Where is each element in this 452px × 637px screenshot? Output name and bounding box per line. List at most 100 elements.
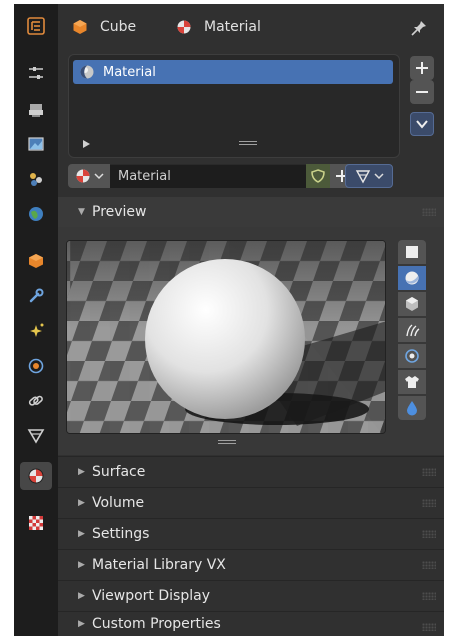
tab-tool[interactable] xyxy=(20,59,52,87)
breadcrumb-material: Material xyxy=(176,16,261,38)
particles-icon xyxy=(30,323,44,337)
tab-editor-type[interactable] xyxy=(20,12,52,40)
expanded-arrow-icon: ▼ xyxy=(78,207,85,217)
texture-icon xyxy=(29,516,43,530)
breadcrumb-material-label: Material xyxy=(204,19,261,35)
panel-settings-header[interactable]: ▶ Settings xyxy=(58,519,444,549)
material-name-value: Material xyxy=(118,169,171,184)
panel-title: Volume xyxy=(92,495,145,511)
list-resize-handle[interactable] xyxy=(239,141,257,145)
preview-fluid-button[interactable] xyxy=(398,396,426,420)
collapsed-arrow-icon: ▶ xyxy=(78,529,85,539)
preview-shape-selector xyxy=(398,240,426,422)
flat-plane-icon xyxy=(406,246,418,258)
tab-object[interactable] xyxy=(20,247,52,275)
panel-title: Settings xyxy=(92,526,150,542)
preview-render xyxy=(67,241,385,433)
tab-modifiers[interactable] xyxy=(20,282,52,310)
slot-specials-button[interactable] xyxy=(410,112,434,136)
panel-preview-header[interactable]: ▼ Preview xyxy=(58,197,444,227)
remove-slot-button[interactable] xyxy=(410,80,434,104)
tab-texture[interactable] xyxy=(20,509,52,537)
drag-grip-icon[interactable] xyxy=(422,530,436,538)
drag-grip-icon[interactable] xyxy=(422,561,436,569)
preview-hair-button[interactable] xyxy=(398,318,426,342)
panel-surface-header[interactable]: ▶ Surface xyxy=(58,457,444,487)
tab-view-layer[interactable] xyxy=(20,165,52,193)
tab-material[interactable] xyxy=(20,462,52,490)
preview-cloth-button[interactable] xyxy=(398,370,426,394)
preview-cube-button[interactable] xyxy=(398,292,426,316)
object-icon xyxy=(73,20,87,34)
preview-shaderball-button[interactable] xyxy=(398,344,426,368)
tab-particles[interactable] xyxy=(20,317,52,345)
render-icon xyxy=(29,104,43,117)
tool-icon xyxy=(29,67,43,79)
drag-grip-icon[interactable] xyxy=(422,592,436,600)
tab-object-data[interactable] xyxy=(20,422,52,450)
panel-title: Preview xyxy=(92,204,147,220)
plus-icon xyxy=(416,62,428,74)
panel-volume-header[interactable]: ▶ Volume xyxy=(58,488,444,518)
material-icon xyxy=(28,468,44,484)
collapsed-arrow-icon: ▶ xyxy=(78,467,85,477)
chevron-down-icon xyxy=(373,173,384,180)
link-type-dropdown[interactable] xyxy=(345,164,393,188)
physics-icon xyxy=(28,358,44,374)
material-preview-image xyxy=(66,240,386,434)
material-slot-list[interactable]: Material xyxy=(68,54,400,158)
add-slot-button[interactable] xyxy=(410,56,434,80)
panel-title: Surface xyxy=(92,464,146,480)
preview-sphere-button[interactable] xyxy=(398,266,426,290)
preview-resize-handle[interactable] xyxy=(218,440,236,444)
tab-world[interactable] xyxy=(20,200,52,228)
breadcrumb-object-label: Cube xyxy=(100,19,137,35)
panel-custom-properties-header[interactable]: ▶ Custom Properties xyxy=(58,612,444,636)
chevron-down-icon xyxy=(416,120,428,129)
tab-physics[interactable] xyxy=(20,352,52,380)
list-filter-toggle-icon[interactable] xyxy=(81,139,91,149)
constraints-icon xyxy=(28,395,43,406)
collapsed-arrow-icon: ▶ xyxy=(78,498,85,508)
shield-icon xyxy=(311,169,325,183)
minus-icon xyxy=(416,91,428,93)
sphere-icon xyxy=(405,271,419,285)
output-icon xyxy=(28,137,44,151)
tab-output[interactable] xyxy=(20,130,52,158)
breadcrumb-object: Cube xyxy=(72,16,136,38)
editor-type-icon xyxy=(27,17,45,35)
panel-title: Material Library VX xyxy=(92,557,226,573)
collapsed-arrow-icon: ▶ xyxy=(78,591,85,601)
tab-render[interactable] xyxy=(20,96,52,124)
list-item-label: Material xyxy=(103,64,156,80)
preview-flat-button[interactable] xyxy=(398,240,426,264)
material-icon xyxy=(76,169,89,183)
fluid-icon xyxy=(407,401,417,416)
fake-user-button[interactable] xyxy=(306,164,330,188)
properties-editor: Cube Material Material Material ▼ Previe… xyxy=(14,4,444,636)
breadcrumb: Cube Material xyxy=(58,4,444,48)
drag-grip-icon[interactable] xyxy=(422,499,436,507)
object-icon xyxy=(29,254,43,268)
chevron-down-icon xyxy=(93,173,104,180)
modifier-icon xyxy=(29,288,44,303)
pin-button[interactable] xyxy=(410,17,428,39)
cube-icon xyxy=(406,297,418,311)
tab-constraints[interactable] xyxy=(20,387,52,415)
world-icon xyxy=(29,207,43,221)
object-data-icon xyxy=(355,170,370,184)
panel-material-library-header[interactable]: ▶ Material Library VX xyxy=(58,550,444,580)
material-name-field[interactable]: Material xyxy=(110,164,306,188)
cloth-icon xyxy=(405,376,419,388)
panel-title: Custom Properties xyxy=(92,616,221,632)
shaderball-icon xyxy=(405,349,419,363)
drag-grip-icon[interactable] xyxy=(422,623,436,631)
list-item[interactable]: Material xyxy=(73,60,393,84)
drag-grip-icon[interactable] xyxy=(422,208,436,216)
properties-tab-bar xyxy=(14,4,58,636)
object-data-icon xyxy=(27,429,45,444)
browse-material-button[interactable] xyxy=(68,164,110,188)
panel-viewport-display-header[interactable]: ▶ Viewport Display xyxy=(58,581,444,611)
drag-grip-icon[interactable] xyxy=(422,468,436,476)
view-layer-icon xyxy=(30,173,42,186)
